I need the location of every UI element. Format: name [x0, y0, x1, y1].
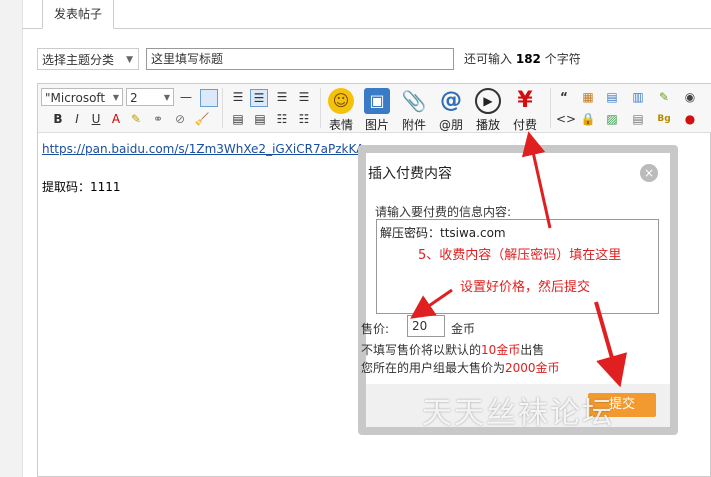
arrow-to-submit-button	[594, 301, 627, 388]
watermark-text: 天天丝袜论坛	[422, 396, 614, 431]
watermark-url: WWW.TTSIWA.COM	[430, 427, 554, 438]
arrow-to-price-input	[410, 288, 453, 319]
arrow-to-pay-button	[521, 131, 552, 229]
